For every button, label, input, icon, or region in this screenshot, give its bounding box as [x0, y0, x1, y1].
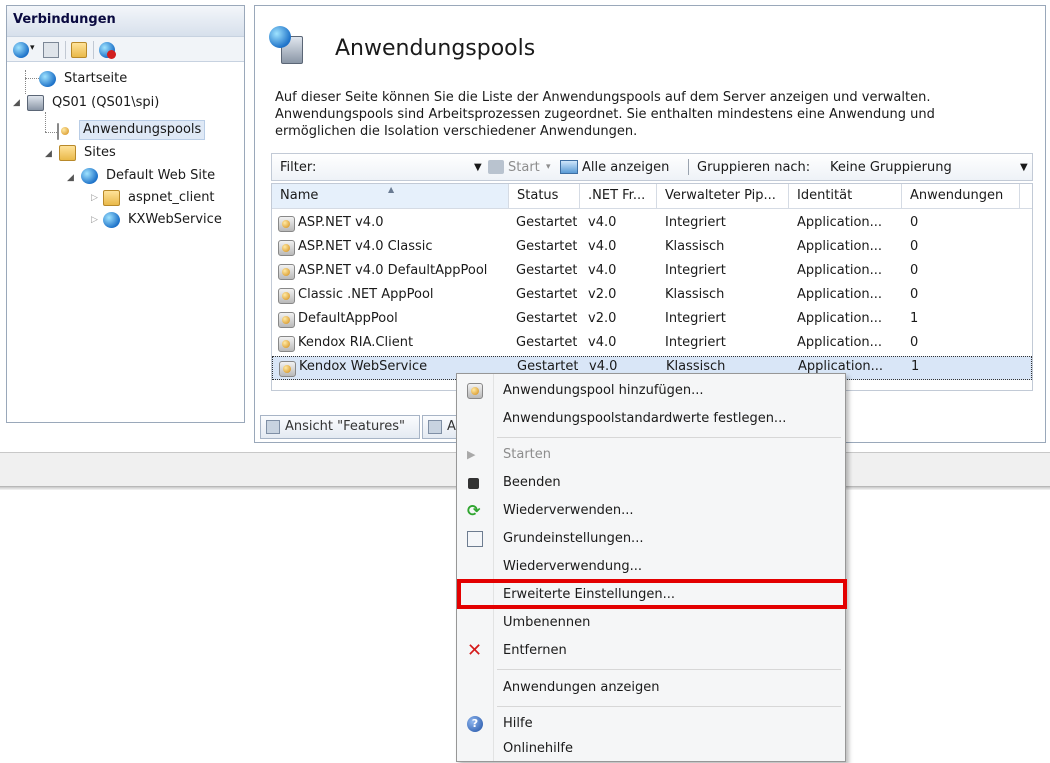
highlight-box: [457, 579, 847, 609]
app-pool-icon: [279, 361, 296, 377]
column-header-filler: [1020, 184, 1032, 209]
folder-icon: [103, 190, 120, 206]
menu-item-online-help[interactable]: Onlinehilfe: [457, 735, 845, 763]
filter-label: Filter:: [280, 160, 317, 175]
menu-item-rename[interactable]: Umbenennen: [457, 609, 845, 637]
page-description: Auf dieser Seite können Sie die Liste de…: [275, 90, 935, 139]
menu-separator: [497, 669, 841, 670]
tree-line: [45, 132, 57, 133]
connections-title: Verbindungen: [7, 6, 244, 36]
connect-globe-icon[interactable]: [13, 42, 29, 58]
collapse-triangle-icon[interactable]: ◢: [13, 98, 20, 108]
filter-bar: Filter: ▼ Start ▾ Alle anzeigen Gruppier…: [271, 153, 1033, 181]
toolbar-separator: [93, 41, 94, 59]
menu-separator: [497, 437, 841, 438]
filter-separator: [688, 159, 689, 175]
tree-item-anwendungspools[interactable]: Anwendungspools: [57, 120, 206, 140]
start-page-icon: [39, 71, 56, 87]
table-row[interactable]: Kendox RIA.Client Gestartet v4.0 Integri…: [272, 332, 1032, 356]
filter-input[interactable]: [328, 156, 468, 178]
features-view-icon: [266, 420, 280, 434]
app-pools-table: Name ▲ Status .NET Fr... Verwalteter Pip…: [271, 183, 1033, 391]
connections-toolbar: ▾: [7, 36, 244, 62]
menu-item-show-applications[interactable]: Anwendungen anzeigen: [457, 674, 845, 702]
filter-dropdown-arrow-icon[interactable]: ▼: [474, 162, 482, 173]
server-icon: [27, 95, 44, 111]
menu-item-recycling[interactable]: Wiederverwendung...: [457, 553, 845, 581]
app-pool-icon: [278, 312, 295, 328]
app-pool-icon: [278, 288, 295, 304]
connections-pane: Verbindungen ▾ Startseite ◢ QS01 (QS01\s…: [6, 5, 245, 423]
app-pool-icon: [278, 264, 295, 280]
disconnect-icon[interactable]: [99, 42, 116, 59]
app-pool-icon: [278, 240, 295, 256]
expand-triangle-icon[interactable]: ▷: [91, 215, 98, 225]
menu-item-help[interactable]: ? Hilfe: [457, 710, 845, 738]
add-app-pool-icon: [467, 383, 483, 399]
basic-settings-icon: [467, 531, 483, 547]
save-icon[interactable]: [43, 42, 59, 58]
column-header-applications[interactable]: Anwendungen: [902, 184, 1020, 209]
chevron-down-icon[interactable]: ▾: [30, 43, 35, 53]
group-by-label: Gruppieren nach:: [697, 160, 811, 175]
menu-item-set-defaults[interactable]: Anwendungspoolstandardwerte festlegen...: [457, 405, 845, 433]
group-by-select[interactable]: Keine Gruppierung: [830, 160, 952, 175]
table-row[interactable]: Classic .NET AppPool Gestartet v2.0 Klas…: [272, 284, 1032, 308]
menu-item-start[interactable]: ▶ Starten: [457, 441, 845, 469]
sites-folder-icon: [59, 145, 76, 161]
tab-features-view[interactable]: Ansicht "Features": [260, 415, 420, 439]
collapse-triangle-icon[interactable]: ◢: [45, 149, 52, 159]
menu-item-basic-settings[interactable]: Grundeinstellungen...: [457, 525, 845, 553]
column-header-status[interactable]: Status: [509, 184, 580, 209]
app-pool-icon: [278, 216, 295, 232]
stop-icon: [468, 478, 479, 489]
chevron-down-icon[interactable]: ▾: [546, 162, 551, 172]
tree-line: [25, 78, 39, 79]
sort-ascending-icon: ▲: [388, 185, 395, 194]
menu-item-recycle[interactable]: ⟳ Wiederverwenden...: [457, 497, 845, 525]
table-row[interactable]: ASP.NET v4.0 Gestartet v4.0 Integriert A…: [272, 212, 1032, 236]
menu-item-stop[interactable]: Beenden: [457, 469, 845, 497]
web-application-icon: [103, 212, 120, 228]
show-all-icon: [560, 160, 578, 174]
table-row[interactable]: ASP.NET v4.0 DefaultAppPool Gestartet v4…: [272, 260, 1032, 284]
app-pool-icon: [278, 336, 295, 352]
app-pool-icon: [57, 123, 59, 140]
column-header-pipeline[interactable]: Verwalteter Pip...: [657, 184, 789, 209]
column-header-name[interactable]: Name ▲: [272, 184, 509, 209]
delete-x-icon: ✕: [467, 640, 483, 661]
play-icon: ▶: [467, 448, 476, 461]
group-by-dropdown-arrow-icon[interactable]: ▼: [1020, 162, 1028, 173]
tree-line: [25, 70, 26, 94]
table-row[interactable]: ASP.NET v4.0 Classic Gestartet v4.0 Klas…: [272, 236, 1032, 260]
app-pools-header-icon: [269, 26, 305, 64]
menu-separator: [497, 706, 841, 707]
web-site-globe-icon: [81, 168, 98, 184]
toolbar-separator: [65, 41, 66, 59]
binoculars-icon: [488, 160, 504, 174]
collapse-triangle-icon[interactable]: ◢: [67, 173, 74, 183]
recycle-icon: ⟳: [467, 501, 481, 520]
menu-item-add-app-pool[interactable]: Anwendungspool hinzufügen...: [457, 377, 845, 405]
show-all-button[interactable]: Alle anzeigen: [582, 160, 669, 175]
tree-line: [45, 112, 46, 132]
start-filter-button[interactable]: Start: [508, 160, 540, 175]
menu-item-remove[interactable]: ✕ Entfernen: [457, 637, 845, 665]
help-icon: ?: [467, 716, 483, 732]
page-title: Anwendungspools: [335, 36, 536, 61]
context-menu: Anwendungspool hinzufügen... Anwendungsp…: [456, 373, 846, 762]
table-row[interactable]: DefaultAppPool Gestartet v2.0 Integriert…: [272, 308, 1032, 332]
content-view-icon: [428, 420, 442, 434]
up-folder-icon[interactable]: [71, 42, 87, 58]
column-header-identity[interactable]: Identität: [789, 184, 902, 209]
expand-triangle-icon[interactable]: ▷: [91, 193, 98, 203]
column-header-net-framework[interactable]: .NET Fr...: [580, 184, 657, 209]
